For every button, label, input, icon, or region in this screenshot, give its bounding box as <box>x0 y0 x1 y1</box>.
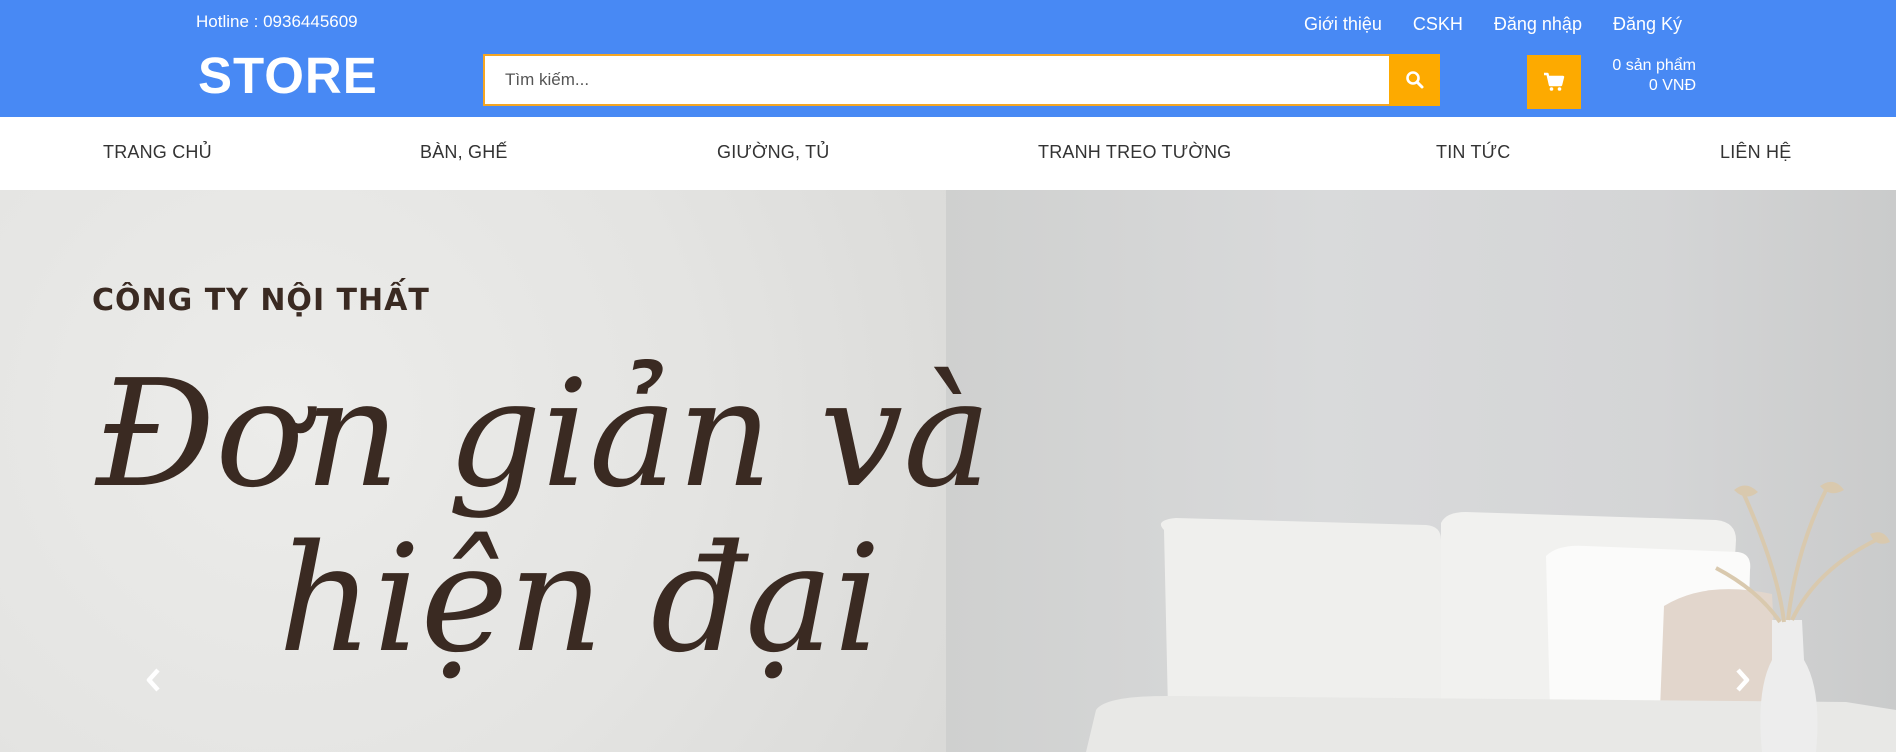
cart-summary[interactable]: 0 sản phẩm 0 VNĐ <box>1612 56 1696 96</box>
nav-item-contact[interactable]: LIÊN HỆ <box>1720 142 1791 163</box>
top-header: Hotline : 0936445609 STORE Giới thiệu CS… <box>0 0 1896 117</box>
hero-slider: CÔNG TY NỘI THẤT Đơn giản và hiện đại <box>0 190 1896 752</box>
top-links: Giới thiệu CSKH Đăng nhập Đăng Ký <box>1304 14 1682 35</box>
chevron-left-icon <box>146 668 160 692</box>
search-icon <box>1405 71 1423 89</box>
nav-item-home[interactable]: TRANG CHỦ <box>103 142 212 163</box>
search-bar <box>483 54 1440 106</box>
chevron-right-icon <box>1736 668 1750 692</box>
main-nav: TRANG CHỦ BÀN, GHẾ GIƯỜNG, TỦ TRANH TREO… <box>0 117 1896 190</box>
hotline-text: Hotline : 0936445609 <box>196 12 358 31</box>
login-link[interactable]: Đăng nhập <box>1494 14 1582 35</box>
cart-button[interactable] <box>1527 55 1581 109</box>
slider-prev-button[interactable] <box>138 660 168 700</box>
customer-care-link[interactable]: CSKH <box>1413 14 1463 35</box>
cart-total: 0 VNĐ <box>1648 77 1696 94</box>
search-button[interactable] <box>1389 54 1440 106</box>
slider-next-button[interactable] <box>1728 660 1758 700</box>
company-label: CÔNG TY NỘI THẤT <box>92 283 430 318</box>
hero-headline-line1: Đơn giản và <box>96 348 992 520</box>
nav-item-beds-cabinets[interactable]: GIƯỜNG, TỦ <box>717 142 829 163</box>
search-input[interactable] <box>483 54 1389 106</box>
store-logo[interactable]: STORE <box>198 50 378 101</box>
nav-item-news[interactable]: TIN TỨC <box>1436 142 1510 163</box>
hero-headline-line2: hiện đại <box>278 513 881 685</box>
nav-item-wall-art[interactable]: TRANH TREO TƯỜNG <box>1038 142 1231 163</box>
about-link[interactable]: Giới thiệu <box>1304 14 1382 35</box>
register-link[interactable]: Đăng Ký <box>1613 14 1682 35</box>
cart-count: 0 sản phẩm <box>1612 57 1696 74</box>
nav-item-tables-chairs[interactable]: BÀN, GHẾ <box>420 142 508 163</box>
cart-icon <box>1544 72 1565 91</box>
